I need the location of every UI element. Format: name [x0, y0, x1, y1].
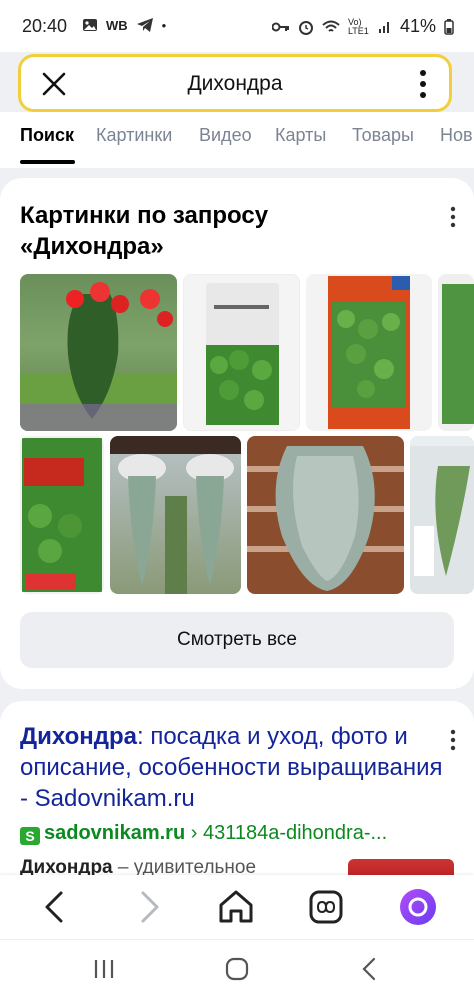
battery-percent: 41% [399, 16, 436, 36]
tab-video[interactable]: Видео [199, 125, 252, 146]
signal-icon [378, 21, 389, 33]
back-button-icon[interactable] [360, 957, 380, 981]
seed-packet-image [328, 276, 410, 429]
back-icon[interactable] [36, 887, 76, 927]
tab-search[interactable]: Поиск [20, 125, 74, 146]
status-time: 20:40 [22, 16, 68, 36]
system-navigation-bar [0, 940, 474, 1000]
alice-assistant-icon[interactable] [398, 887, 438, 927]
tab-images[interactable]: Картинки [96, 125, 172, 146]
battery-icon [444, 18, 454, 35]
images-block-title[interactable]: Картинки по запросу «Дихондра» [20, 200, 410, 262]
home-icon[interactable] [216, 887, 256, 927]
network-label: Vo) LTE1 [347, 16, 369, 36]
recent-apps-icon[interactable] [92, 958, 116, 980]
search-query[interactable]: Дихондра [81, 72, 389, 96]
key-icon [271, 22, 289, 31]
hanging-baskets-image [110, 436, 241, 594]
result-url[interactable]: Ssadovnikam.ru › 431184a-dihondra-... [20, 822, 387, 845]
tab-goods[interactable]: Товары [352, 125, 414, 146]
hanging-plant-image [20, 282, 177, 431]
result-path: › 431184a-dihondra-... [185, 822, 388, 844]
home-button-icon[interactable] [225, 957, 249, 981]
search-result: Дихондра: посадка и уход, фото и описани… [0, 701, 474, 901]
wb-icon: WB [106, 17, 128, 33]
image-thumbnail[interactable] [247, 436, 404, 594]
house-plant-image [410, 446, 474, 594]
tab-maps[interactable]: Карты [275, 125, 326, 146]
result-title-link[interactable]: Дихондра: посадка и уход, фото и описани… [20, 721, 445, 814]
gallery-icon [83, 19, 97, 31]
image-thumbnail[interactable] [20, 436, 104, 594]
telegram-icon [136, 18, 153, 32]
seed-packet-image [442, 284, 474, 424]
site-favicon-icon: S [20, 827, 40, 845]
tabs-icon[interactable] [306, 887, 346, 927]
browser-bottom-bar [0, 875, 474, 939]
alarm-icon [298, 20, 313, 35]
image-thumbnail[interactable] [110, 436, 241, 594]
search-tabs: Поиск Картинки Видео Карты Товары Нов [0, 112, 474, 168]
image-thumbnail[interactable] [306, 274, 432, 431]
see-all-button[interactable]: Смотреть все [20, 612, 454, 668]
seed-packet-image [22, 438, 102, 592]
forward-icon[interactable] [128, 887, 168, 927]
dot-icon: • [161, 17, 167, 33]
images-block: Картинки по запросу «Дихондра» Смотреть … [0, 178, 474, 689]
more-vertical-icon[interactable] [450, 206, 456, 228]
result-domain: sadovnikam.ru [44, 822, 186, 844]
image-thumbnail[interactable] [410, 436, 474, 594]
image-thumbnail[interactable] [20, 274, 177, 431]
result-title-highlight: Дихондра [20, 723, 137, 750]
image-thumbnail[interactable] [183, 274, 300, 431]
close-icon[interactable] [41, 71, 67, 97]
status-bar: 20:40 WB • Vo) LTE1 41% [0, 0, 474, 52]
silver-dichondra-image [247, 446, 404, 591]
more-vertical-icon[interactable] [450, 729, 456, 751]
tab-news[interactable]: Нов [440, 125, 473, 146]
wifi-icon [322, 20, 340, 32]
seed-packet-image [206, 283, 279, 425]
image-thumbnail[interactable] [438, 274, 474, 431]
active-tab-indicator [20, 160, 75, 164]
search-bar[interactable]: Дихондра [18, 54, 452, 112]
more-vertical-icon[interactable] [419, 69, 427, 99]
